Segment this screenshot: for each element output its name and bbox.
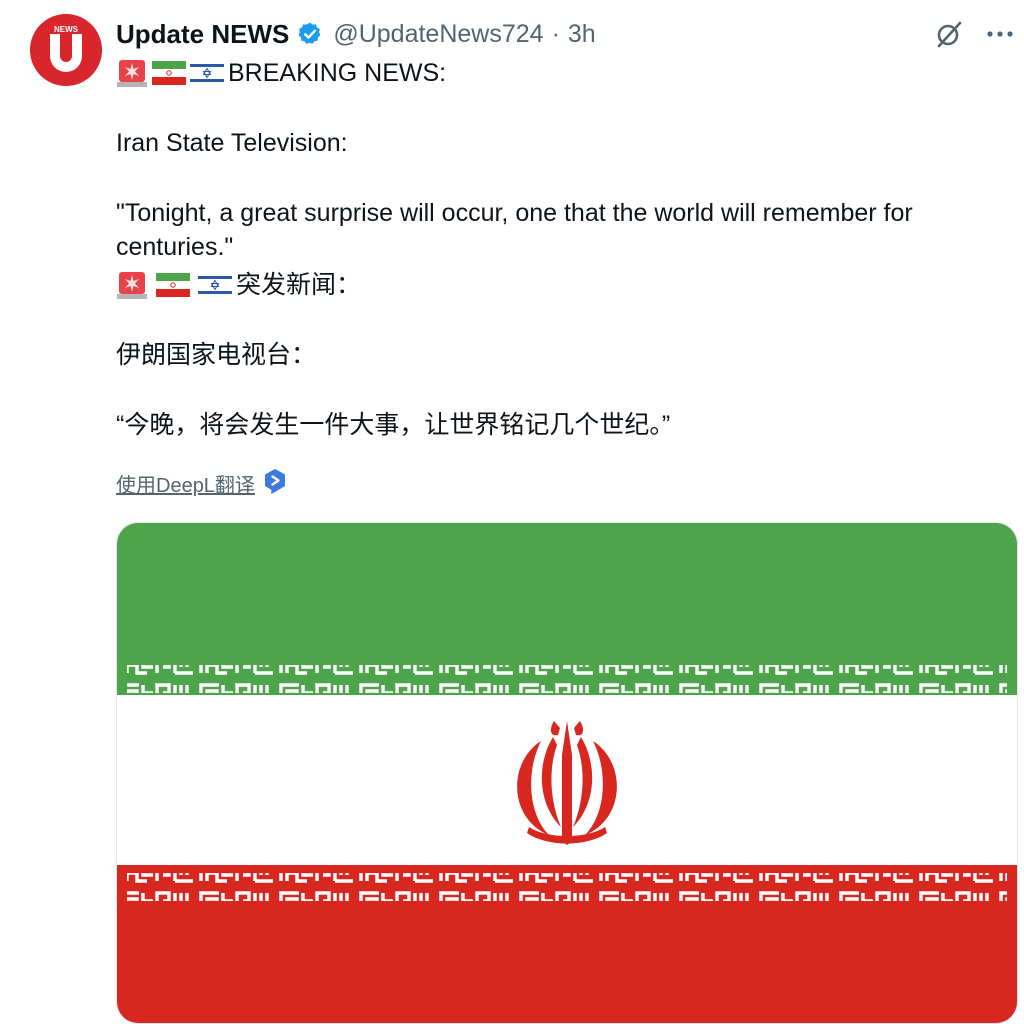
more-options-icon[interactable] [986,29,1014,39]
header-separator: · [551,19,560,48]
author-name[interactable]: Update NEWS [116,19,289,50]
headline-en-line: BREAKING NEWS: [116,56,1006,90]
translate-row: 使用DeepL翻译 [116,468,287,499]
quote-zh: “今晚，将会发生一件大事，让世界铭记几个世纪。” [116,411,671,439]
avatar[interactable]: NEWS [30,14,102,86]
grok-icon[interactable] [934,19,964,49]
headline-zh: 突发新闻： [236,271,362,299]
iran-flag-icon [156,273,190,297]
siren-icon [116,57,148,89]
tweet-header: Update NEWS @UpdateNews724 · 3h [116,16,596,52]
source-en: Iran State Television: [116,129,348,157]
post-time[interactable]: 3h [568,20,596,49]
header-actions [934,16,1014,52]
deepl-icon[interactable] [263,468,287,499]
headline-zh-line: 突发新闻： [116,268,1006,302]
headline-en: BREAKING NEWS: [228,59,447,87]
tweet-text: BREAKING NEWS: Iran State Television: "T… [116,56,1006,442]
israel-flag-icon [190,61,224,85]
media-image[interactable] [116,522,1018,1024]
author-handle[interactable]: @UpdateNews724 [333,20,543,49]
quote-en: "Tonight, a great surprise will occur, o… [116,199,913,261]
translate-link[interactable]: 使用DeepL翻译 [116,469,255,498]
verified-badge-icon [297,21,323,47]
avatar-text: NEWS [54,25,79,34]
siren-icon [116,269,148,301]
iran-flag-icon [152,61,186,85]
israel-flag-icon [198,273,232,297]
source-zh: 伊朗国家电视台： [116,341,317,369]
